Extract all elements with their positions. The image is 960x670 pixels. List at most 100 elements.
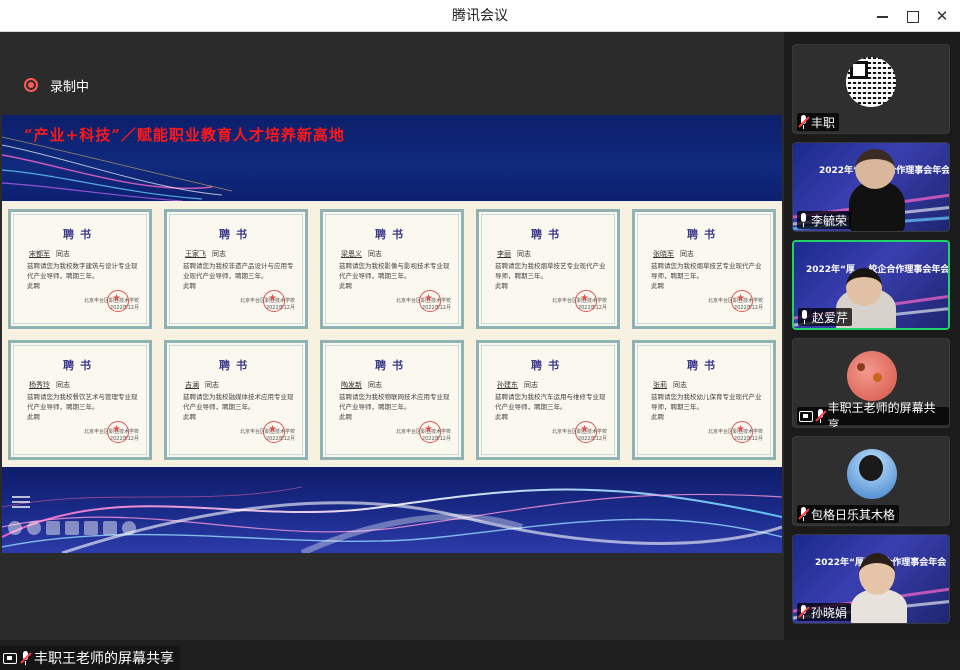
shared-screen-stage: 录制中 “产业+科技”／赋能职业教育人才培养新高地 聘书 宋都军 同志 兹聘请您为… [0,32,784,670]
certificate-card: 聘书 李丽 同志 兹聘请您为我校烟草技艺专业现代产业导师，聘期三年。 此聘 北京丰台… [476,209,620,329]
certificate-grid: 聘书 宋都军 同志 兹聘请您为我校数字建筑与设计专业现代产业导师，聘期三年。 此聘 … [2,203,782,465]
slide-controls [8,521,136,535]
avatar-fruit-dot [857,363,865,371]
certificate-body: 兹聘请您为我校数字建筑与设计专业现代产业导师，聘期三年。 此聘 [27,261,139,291]
screen-share-icon [3,652,17,664]
screen-share-text: 丰职王老师的屏幕共享 [34,651,174,667]
recipient-suffix: 同志 [212,250,226,258]
slide-lower-graphic [2,467,782,553]
prev-slide-icon[interactable] [8,521,22,535]
participant-tile[interactable]: 2022年“厚德...合作理事会年会 李毓荣 [792,142,950,232]
participant-tile[interactable]: 丰职 [792,44,950,134]
next-slide-icon[interactable] [27,521,41,535]
light-wave-graphic [2,486,782,553]
zoom-icon[interactable] [65,521,79,535]
screen-icon[interactable] [84,521,98,535]
certificate-body: 兹聘请您为我校物联网技术应用专业现代产业导师，聘期三年。此聘 [339,392,451,422]
certificate-close: 此聘 [183,282,196,290]
participant-name: 丰职 [811,115,836,130]
slide-menu-icon[interactable] [12,496,30,510]
avatar-hair [859,455,883,481]
mic-muted-icon [798,115,810,129]
participant-tile[interactable]: 包格日乐其木格 [792,436,950,526]
certificate-recipient: 李丽 同志 [497,249,531,259]
certificate-close: 此聘 [495,413,508,421]
certificate-heading: 聘书 [375,228,409,241]
recipient-suffix: 同志 [56,381,70,389]
participant-video-face [855,149,895,189]
recipient-name: 宋都军 [29,250,50,258]
recipient-name: 杨秀玲 [29,381,50,389]
presentation-slide: “产业+科技”／赋能职业教育人才培养新高地 聘书 宋都军 同志 兹聘请您为我校数字… [2,115,782,553]
seal-icon [731,290,753,312]
comment-icon[interactable] [103,521,117,535]
certificate-card: 聘书 张晓军 同志 兹聘请您为我校烟草技艺专业现代产业导师，聘期三年。 此聘 北京丰… [632,209,776,329]
certificate-heading: 聘书 [63,359,97,372]
participant-video-face [859,553,895,595]
certificate-recipient: 杨秀玲 同志 [29,380,70,390]
certificate-heading: 聘书 [219,228,253,241]
certificate-card: 聘书 张莉 同志 兹聘请您为我校幼儿保育专业现代产业导师，聘期三年。 此聘 北京丰台… [632,340,776,460]
pen-icon[interactable] [46,521,60,535]
certificate-card: 聘书 吉澜 同志 兹聘请您为我校融媒体技术应用专业现代产业导师，聘期三年。 此聘 北… [164,340,308,460]
recipient-name: 王家飞 [185,250,206,258]
participant-label: 丰职 [797,113,840,131]
minimize-icon[interactable] [872,6,892,26]
recipient-name: 李丽 [497,250,511,258]
certificate-recipient: 张晓军 同志 [653,249,694,259]
recipient-suffix: 同志 [368,381,382,389]
certificate-card: 聘书 王家飞 同志 兹聘请您为我校非遗产品设计与应用专业现代产业导师，聘期三年。此… [164,209,308,329]
recipient-name: 吉澜 [185,381,199,389]
recording-label: 录制中 [50,79,90,95]
seal-icon [107,421,129,443]
certificate-body: 兹聘请您为我校汽车运用与维修专业现代产业导师，聘期三年。此聘 [495,392,607,422]
certificate-body: 兹聘请您为我校烟草技艺专业现代产业导师，聘期三年。 此聘 [495,261,607,291]
certificate-text: 兹聘请您为我校物联网技术应用专业现代产业导师，聘期三年。 [339,393,450,411]
slide-title: “产业+科技”／赋能职业教育人才培养新高地 [24,126,345,144]
certificate-heading: 聘书 [687,359,721,372]
certificate-recipient: 王家飞 同志 [185,249,226,259]
participant-name: 赵爱芹 [812,310,849,325]
slide-banner: “产业+科技”／赋能职业教育人才培养新高地 [2,115,782,201]
recording-indicator[interactable]: 录制中 [24,76,90,95]
certificate-recipient: 张莉 同志 [653,380,687,390]
certificate-text: 兹聘请您为我校融媒体技术应用专业现代产业导师，聘期三年。 [183,393,294,411]
recipient-suffix: 同志 [56,250,70,258]
seal-icon [419,290,441,312]
certificate-text: 兹聘请您为我校汽车运用与维修专业现代产业导师，聘期三年。 [495,393,606,411]
participant-tile[interactable]: 丰职王老师的屏幕共享 [792,338,950,428]
certificate-close: 此聘 [339,413,352,421]
window-title: 腾讯会议 [452,8,508,24]
certificate-body: 兹聘请您为我校融媒体技术应用专业现代产业导师，聘期三年。此聘 [183,392,295,422]
maximize-icon[interactable] [902,6,922,26]
more-icon[interactable] [122,521,136,535]
participant-label: 丰职王老师的屏幕共享 [797,401,949,427]
certificate-heading: 聘书 [531,228,565,241]
mic-icon [799,213,808,227]
certificate-heading: 聘书 [219,359,253,372]
close-icon[interactable]: ✕ [932,6,952,26]
recipient-suffix: 同志 [205,381,219,389]
certificate-body: 兹聘请您为我校影像与影视技术专业现代产业导师，聘期三年。 此聘 [339,261,451,291]
certificate-close: 此聘 [339,282,352,290]
participant-video-face [846,268,882,306]
mic-muted-icon [20,651,32,665]
seal-icon [575,290,597,312]
screen-share-label: 丰职王老师的屏幕共享 [0,646,180,670]
participant-tile[interactable]: 2022年“厚德...合作理事会年会 孙晓娟 [792,534,950,624]
certificate-close: 此聘 [183,413,196,421]
certificate-recipient: 孙建东 同志 [497,380,538,390]
qr-code-avatar [846,57,896,107]
recipient-name: 张晓军 [653,250,674,258]
record-icon [24,78,38,92]
certificate-heading: 聘书 [531,359,565,372]
certificate-body: 兹聘请您为我校幼儿保育专业现代产业导师，聘期三年。 此聘 [651,392,763,422]
recipient-name: 张莉 [653,381,667,389]
participant-tile-active-speaker[interactable]: 2022年“厚... 校企合作理事会年会 赵爱芹 [792,240,950,330]
recipient-name: 梁恩义 [341,250,362,258]
certificate-heading: 聘书 [687,228,721,241]
certificate-text: 兹聘请您为我校烟草技艺专业现代产业导师，聘期三年。 [651,262,762,280]
recipient-suffix: 同志 [517,250,531,258]
avatar-fruit-dot [873,373,882,382]
certificate-recipient: 梁恩义 同志 [341,249,382,259]
